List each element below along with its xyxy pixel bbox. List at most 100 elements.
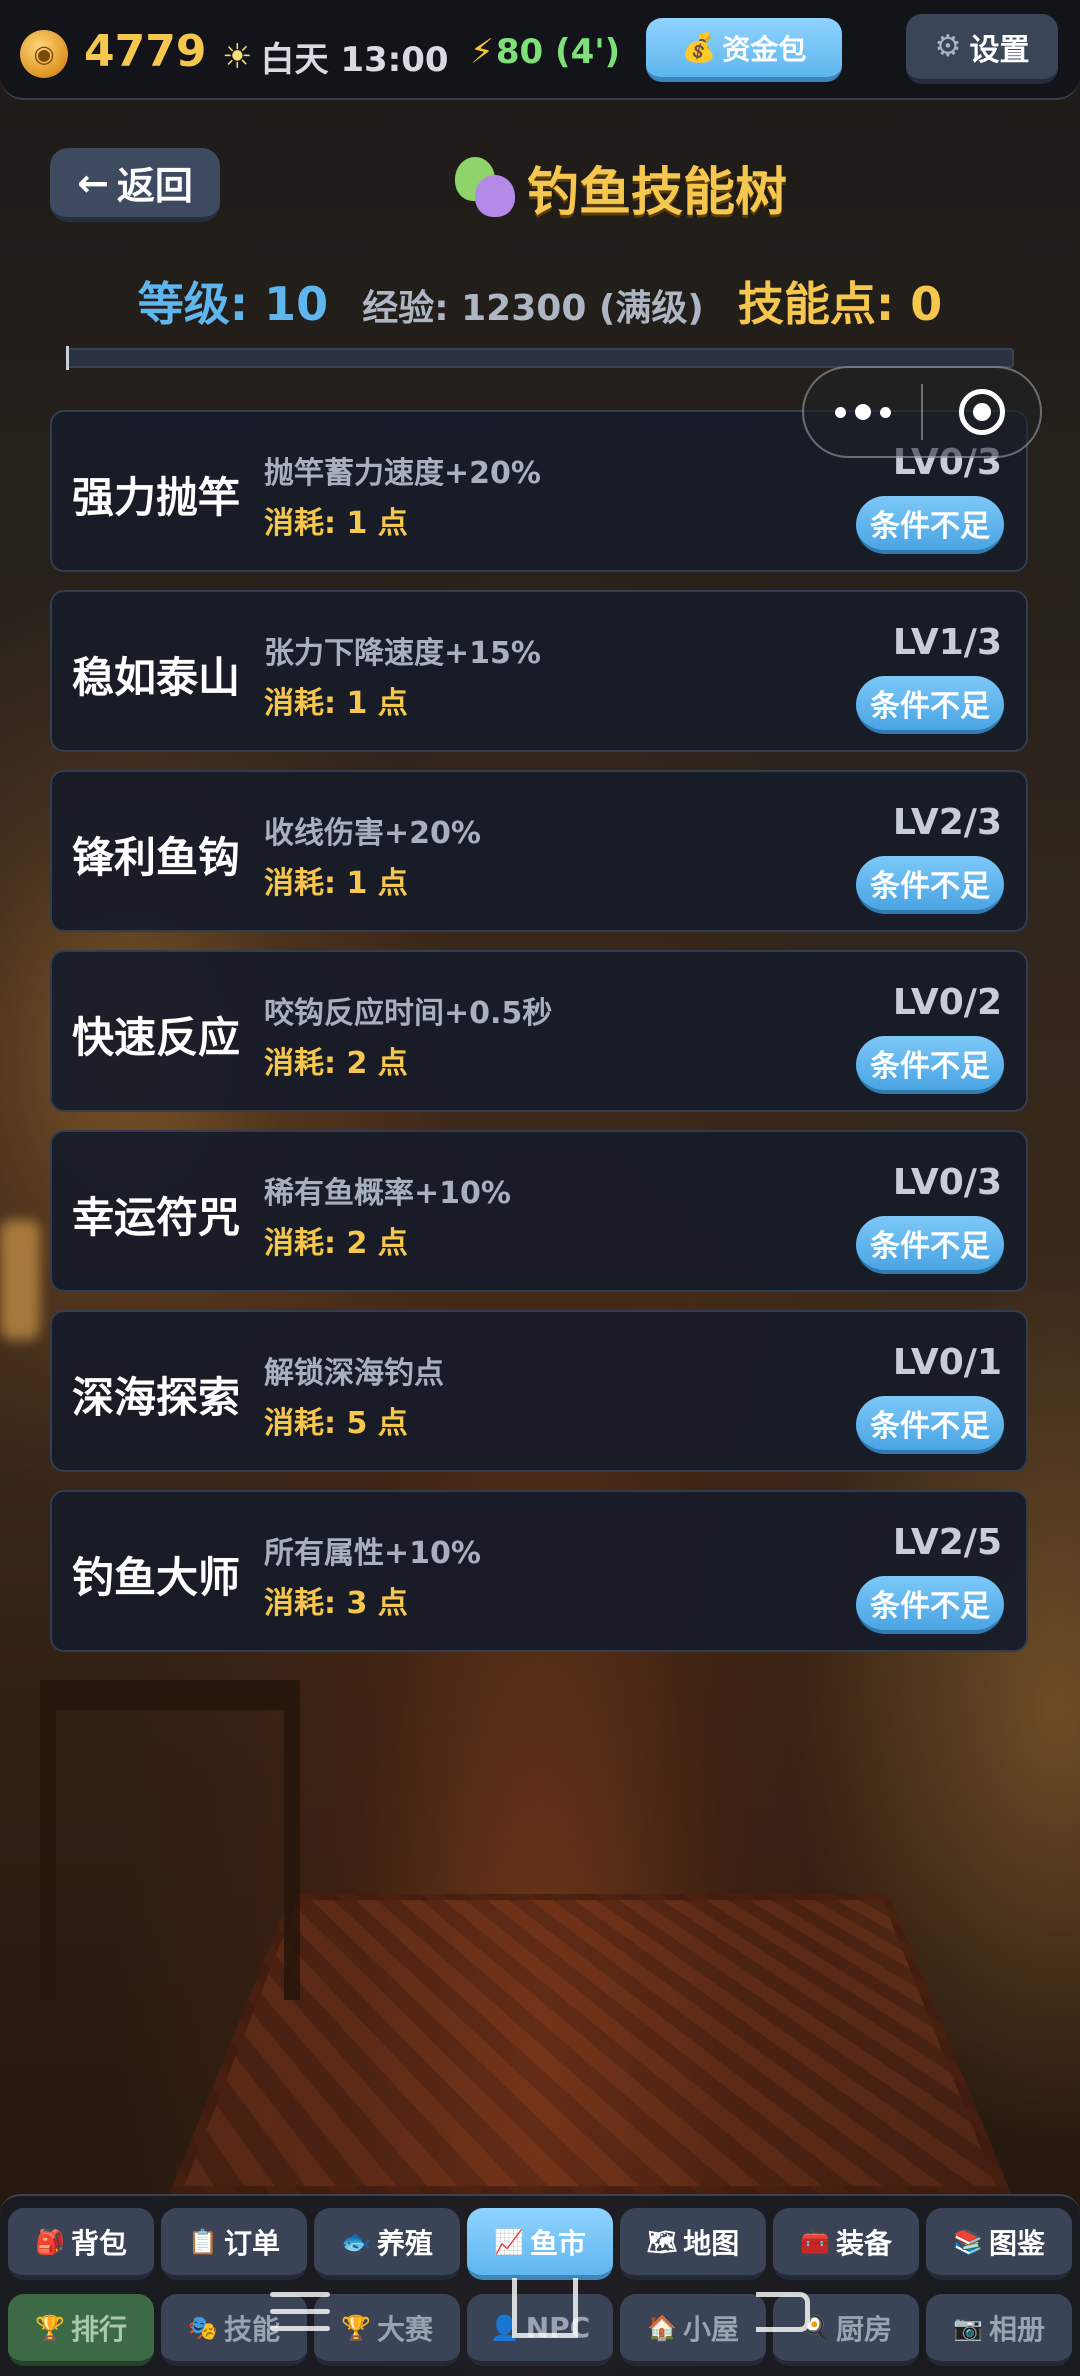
skill-cost: 消耗: 5 点 (264, 1406, 408, 1441)
back-label: 返回 (116, 164, 193, 208)
nav-label: 小屋 (682, 2312, 739, 2346)
skill-card: 快速反应 咬钩反应时间+0.5秒 消耗: 2 点 LV0/2 条件不足 (50, 950, 1028, 1112)
nav-row-primary: 🎒 背包 📋 订单 🐟 养殖 📈 鱼市 🗺 地图 🧰 装备 📚 图鉴 (8, 2208, 1072, 2280)
nav-label: 大赛 (376, 2312, 433, 2346)
nav-label: 排行 (70, 2312, 127, 2346)
map-icon: 🗺 (646, 2227, 678, 2256)
nav-button-5[interactable]: 🧰 装备 (773, 2208, 919, 2280)
sun-icon: ☀ (222, 36, 253, 77)
trophy-icon: 🏆 (35, 2313, 65, 2342)
miniprogram-capsule (802, 366, 1042, 458)
skill-description: 张力下降速度+15% (264, 636, 541, 671)
coin-count: 4779 (84, 26, 207, 77)
energy-indicator: ⚡ 80 (4') (470, 32, 620, 72)
skill-cost: 消耗: 1 点 (264, 866, 408, 901)
chart-icon: 📈 (494, 2227, 524, 2256)
upgrade-skill-button[interactable]: 条件不足 (856, 1036, 1004, 1094)
nav-label: 订单 (223, 2226, 280, 2260)
background-lantern (0, 1220, 40, 1340)
skill-level: LV1/3 (892, 622, 1002, 663)
skill-card: 钓鱼大师 所有属性+10% 消耗: 3 点 LV2/5 条件不足 (50, 1490, 1028, 1652)
skill-card: 深海探索 解锁深海钓点 消耗: 5 点 LV0/1 条件不足 (50, 1310, 1028, 1472)
skill-level: LV0/2 (892, 982, 1002, 1023)
equipment-icon: 🧰 (800, 2227, 830, 2256)
nav-label: 装备 (835, 2226, 892, 2260)
skill-description: 咬钩反应时间+0.5秒 (264, 996, 553, 1031)
settings-button[interactable]: ⚙ 设置 (906, 14, 1058, 84)
close-miniprogram-button[interactable] (923, 368, 1040, 456)
skill-cost: 消耗: 2 点 (264, 1046, 408, 1081)
dot-icon (854, 404, 871, 420)
gear-icon: ⚙ (934, 29, 962, 64)
exp-progress-bar (66, 348, 1014, 368)
trophy-icon: 🏆 (341, 2313, 371, 2342)
nav-row-secondary: 🏆 排行 🎭 技能 🏆 大赛 👤 NPC 🏠 小屋 🍳 厨房 📷 相册 (8, 2294, 1072, 2366)
nav-button-6[interactable]: 📷 相册 (926, 2294, 1072, 2366)
skill-description: 收线伤害+20% (264, 816, 481, 851)
nav-label: 图鉴 (988, 2226, 1045, 2260)
skill-name: 深海探索 (72, 1373, 241, 1422)
lightning-icon: ⚡ (470, 32, 494, 72)
money-bag-icon: 💰 (681, 31, 717, 64)
nav-label: 养殖 (376, 2226, 433, 2260)
nav-button-5[interactable]: 🍳 厨房 (773, 2294, 919, 2366)
upgrade-skill-button[interactable]: 条件不足 (856, 1216, 1004, 1274)
nav-label: 相册 (988, 2312, 1045, 2346)
nav-button-1[interactable]: 📋 订单 (161, 2208, 307, 2280)
skill-name: 快速反应 (72, 1013, 241, 1062)
breeding-icon: 🐟 (341, 2227, 371, 2256)
player-level: 等级: 10 (137, 277, 329, 331)
upgrade-skill-button[interactable]: 条件不足 (856, 676, 1004, 734)
page-title-text: 钓鱼技能树 (527, 162, 788, 223)
settings-label: 设置 (969, 32, 1030, 68)
skill-card: 锋利鱼钩 收线伤害+20% 消耗: 1 点 LV2/3 条件不足 (50, 770, 1028, 932)
nav-button-4[interactable]: 🗺 地图 (620, 2208, 766, 2280)
upgrade-skill-button[interactable]: 条件不足 (856, 1576, 1004, 1634)
nav-button-1[interactable]: 🎭 技能 (161, 2294, 307, 2366)
nav-label: NPC (525, 2311, 591, 2344)
skill-name: 钓鱼大师 (72, 1553, 241, 1602)
upgrade-skill-button[interactable]: 条件不足 (856, 856, 1004, 914)
back-button[interactable]: ← 返回 (50, 148, 220, 222)
nav-button-0[interactable]: 🏆 排行 (8, 2294, 154, 2366)
nav-button-3[interactable]: 📈 鱼市 (467, 2208, 613, 2280)
nav-button-0[interactable]: 🎒 背包 (8, 2208, 154, 2280)
skill-card: 稳如泰山 张力下降速度+15% 消耗: 1 点 LV1/3 条件不足 (50, 590, 1028, 752)
nav-button-4[interactable]: 🏠 小屋 (620, 2294, 766, 2366)
skill-description: 所有属性+10% (264, 1536, 481, 1571)
nav-button-3[interactable]: 👤 NPC (467, 2294, 613, 2366)
skill-description: 解锁深海钓点 (264, 1356, 444, 1391)
nav-label: 地图 (683, 2226, 740, 2260)
skill-description: 稀有鱼概率+10% (264, 1176, 511, 1211)
game-time: ☀ 白天 13:00 (222, 32, 449, 81)
target-icon (958, 389, 1005, 435)
skill-cost: 消耗: 1 点 (264, 686, 408, 721)
dot-icon (834, 406, 846, 418)
top-status-bar: ◉ 4779 ☀ 白天 13:00 ⚡ 80 (4') 💰 资金包 ⚙ 设置 (0, 0, 1080, 100)
player-exp: 经验: 12300 (满级) (362, 288, 704, 329)
upgrade-skill-button[interactable]: 条件不足 (856, 496, 1004, 554)
background-chair (40, 1680, 300, 2000)
background-rug (167, 1894, 1013, 2199)
skill-list: 强力抛竿 抛竿蓄力速度+20% 消耗: 1 点 LV0/3 条件不足 稳如泰山 张力下降速度… (50, 410, 1028, 1670)
masks-icon: 🎭 (188, 2313, 218, 2342)
more-options-button[interactable] (804, 368, 921, 456)
skill-points: 技能点: 0 (737, 277, 943, 331)
person-icon: 👤 (489, 2313, 520, 2342)
nav-button-2[interactable]: 🐟 养殖 (314, 2208, 460, 2280)
nav-label: 技能 (223, 2312, 280, 2346)
skill-stats: 等级: 10 经验: 12300 (满级) 技能点: 0 (0, 268, 1080, 334)
nav-label: 鱼市 (529, 2226, 586, 2260)
nav-button-2[interactable]: 🏆 大赛 (314, 2294, 460, 2366)
masks-icon (455, 157, 515, 217)
book-icon: 📚 (953, 2227, 983, 2256)
upgrade-skill-button[interactable]: 条件不足 (856, 1396, 1004, 1454)
skill-level: LV0/1 (892, 1342, 1002, 1383)
skill-cost: 消耗: 3 点 (264, 1586, 408, 1621)
bottom-navigation: 🎒 背包 📋 订单 🐟 养殖 📈 鱼市 🗺 地图 🧰 装备 📚 图鉴 🏆 排行 🎭 技能 🏆 大赛 👤 NPC 🏠 小屋 🍳 厨… (0, 2194, 1080, 2376)
skill-name: 强力抛竿 (72, 473, 241, 522)
nav-button-6[interactable]: 📚 图鉴 (926, 2208, 1072, 2280)
coin-icon: ◉ (20, 30, 68, 78)
skill-cost: 消耗: 2 点 (264, 1226, 408, 1261)
fund-pack-button[interactable]: 💰 资金包 (646, 18, 842, 82)
